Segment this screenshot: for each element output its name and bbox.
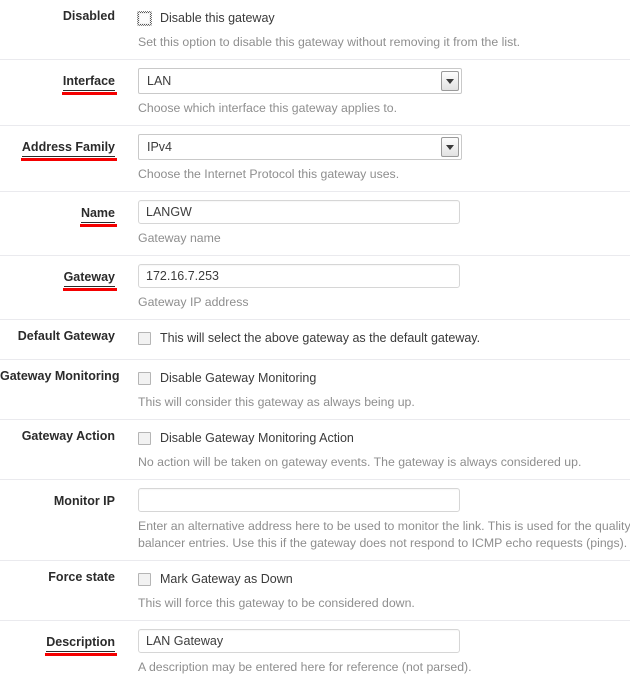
form-field-gateway-monitoring: Disable Gateway Monitoring This will cons… [115, 360, 630, 419]
form-field-interface: LAN Choose which interface this gateway a… [115, 60, 630, 125]
help-text-disabled: Set this option to disable this gateway … [138, 35, 521, 49]
input-wrap-gateway [138, 256, 630, 288]
chevron-down-glyph [446, 144, 454, 150]
help-text-force-state: This will force this gateway to be consi… [138, 596, 415, 610]
checkbox-label-force-state[interactable]: Mark Gateway as Down [160, 572, 293, 586]
text-input-description[interactable] [138, 629, 460, 653]
form-label-name: Name [0, 192, 118, 227]
select-interface[interactable]: LAN [138, 60, 462, 94]
label-text-description: Description [45, 635, 117, 656]
checkbox-icon-force-state[interactable] [138, 572, 151, 586]
checkbox-icon-disabled[interactable] [137, 10, 152, 26]
form-label-gateway: Gateway [0, 256, 118, 291]
text-input-monitor-ip[interactable] [138, 488, 460, 512]
form-row-disabled: Disabled Disable this gateway Set this opt… [0, 0, 630, 59]
checkbox-label-disabled[interactable]: Disable this gateway [160, 11, 275, 25]
form-field-monitor-ip: Enter an alternative address here to be … [115, 480, 630, 560]
form-row-gateway-monitoring: Gateway Monitoring Disable Gateway Monito… [0, 359, 630, 419]
input-wrap-name [138, 192, 630, 224]
input-wrap-description [138, 621, 630, 653]
form-row-force-state: Force state Mark Gateway as Down This will… [0, 560, 630, 620]
form-label-interface: Interface [0, 60, 118, 95]
form-field-gateway: Gateway IP address [115, 256, 630, 319]
label-text-gateway: Gateway [62, 270, 118, 291]
row-spacer-default-gateway [138, 350, 630, 359]
text-input-gateway[interactable] [138, 264, 460, 288]
form-label-description: Description [0, 621, 117, 656]
form-field-description: A description may be entered here for re… [115, 621, 630, 684]
label-text-address-family: Address Family [20, 140, 118, 161]
select-value-address-family[interactable]: IPv4 [138, 134, 462, 160]
form-field-force-state: Mark Gateway as Down This will force this… [115, 561, 630, 620]
form-row-gateway: Gateway Gateway IP address [0, 255, 630, 319]
form-label-default-gateway: Default Gateway [0, 320, 115, 344]
label-text-name: Name [79, 206, 118, 227]
checkbox-label-gateway-monitoring[interactable]: Disable Gateway Monitoring [160, 371, 316, 385]
label-text-force-state: Force state [48, 570, 115, 584]
form-label-gateway-monitoring: Gateway Monitoring [0, 360, 119, 384]
label-text-interface: Interface [61, 74, 118, 95]
help-text-name: Gateway name [138, 231, 221, 245]
form-field-address-family: IPv4 Choose the Internet Protocol this ga… [115, 126, 630, 191]
checkbox-row-gateway-action[interactable]: Disable Gateway Monitoring Action [138, 420, 630, 450]
form-row-monitor-ip: Monitor IP Enter an alternative address h… [0, 479, 630, 560]
checkbox-row-default-gateway[interactable]: This will select the above gateway as th… [138, 320, 630, 350]
text-input-name[interactable] [138, 200, 460, 224]
form-field-disabled: Disable this gateway Set this option to d… [115, 0, 630, 59]
form-field-default-gateway: This will select the above gateway as th… [115, 320, 630, 359]
checkbox-label-gateway-action[interactable]: Disable Gateway Monitoring Action [160, 431, 354, 445]
form-field-gateway-action: Disable Gateway Monitoring Action No acti… [115, 420, 630, 479]
form-field-name: Gateway name [115, 192, 630, 255]
label-text-monitor-ip: Monitor IP [53, 494, 115, 508]
help-text-monitor-ip: Enter an alternative address here to be … [138, 519, 630, 550]
chevron-down-icon-address-family[interactable] [441, 137, 459, 157]
select-value-interface[interactable]: LAN [138, 68, 462, 94]
help-text-gateway-monitoring: This will consider this gateway as alway… [138, 395, 415, 409]
checkbox-label-default-gateway[interactable]: This will select the above gateway as th… [160, 331, 480, 345]
form-row-gateway-action: Gateway Action Disable Gateway Monitoring… [0, 419, 630, 479]
form-row-description: Description A description may be entered … [0, 620, 630, 684]
checkbox-row-gateway-monitoring[interactable]: Disable Gateway Monitoring [138, 360, 630, 390]
label-text-gateway-monitoring: Gateway Monitoring [0, 369, 120, 383]
label-text-gateway-action: Gateway Action [21, 429, 115, 443]
checkbox-icon-gateway-action[interactable] [138, 431, 151, 445]
form-row-default-gateway: Default Gateway This will select the abov… [0, 319, 630, 359]
help-text-description: A description may be entered here for re… [138, 660, 472, 674]
checkbox-icon-gateway-monitoring[interactable] [138, 371, 151, 385]
help-text-address-family: Choose the Internet Protocol this gatewa… [138, 167, 400, 181]
form-row-interface: Interface LAN Choose which interface this … [0, 59, 630, 125]
help-text-gateway: Gateway IP address [138, 295, 249, 309]
checkbox-row-disabled[interactable]: Disable this gateway [137, 0, 630, 30]
chevron-down-icon-interface[interactable] [441, 71, 459, 91]
checkbox-row-force-state[interactable]: Mark Gateway as Down [138, 561, 630, 591]
label-text-disabled: Disabled [62, 9, 115, 23]
gateway-edit-form: Disabled Disable this gateway Set this opt… [0, 0, 630, 684]
form-row-name: Name Gateway name [0, 191, 630, 255]
form-label-force-state: Force state [0, 561, 115, 585]
label-text-default-gateway: Default Gateway [17, 329, 115, 343]
chevron-down-glyph [446, 78, 454, 84]
select-address-family[interactable]: IPv4 [138, 126, 462, 160]
form-label-gateway-action: Gateway Action [0, 420, 115, 444]
form-label-monitor-ip: Monitor IP [0, 480, 115, 509]
input-wrap-monitor-ip [138, 480, 630, 512]
help-text-gateway-action: No action will be taken on gateway event… [138, 455, 582, 469]
form-row-address-family: Address Family IPv4 Choose the Internet Pr… [0, 125, 630, 191]
form-label-disabled: Disabled [0, 0, 115, 24]
checkbox-icon-default-gateway[interactable] [138, 331, 151, 345]
help-text-interface: Choose which interface this gateway appl… [138, 101, 398, 115]
form-label-address-family: Address Family [0, 126, 118, 161]
